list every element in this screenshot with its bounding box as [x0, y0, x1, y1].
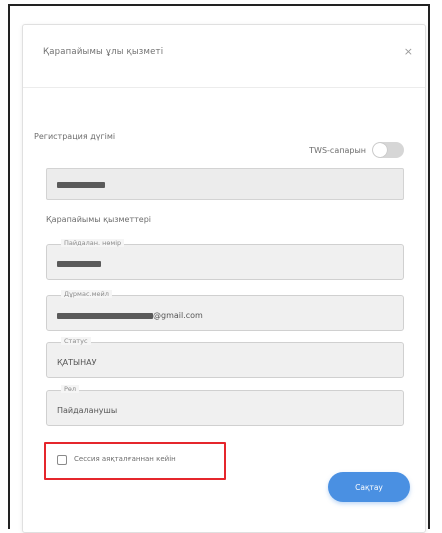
twofa-toggle-row: TWS-сапарын: [309, 142, 404, 158]
email-value: @gmail.com: [57, 311, 203, 320]
status-field[interactable]: Статус ҚАТЫНАУ: [46, 337, 404, 378]
masked-email: [57, 312, 153, 319]
email-legend: Дұрмас.мейл: [61, 290, 112, 298]
masked-login: [57, 261, 101, 267]
dialog-title: Қарапайымы ұлы қызметі: [43, 47, 164, 57]
status-value: ҚАТЫНАУ: [57, 358, 97, 367]
dialog-header: Қарапайымы ұлы қызметі ×: [23, 25, 425, 88]
session-checkbox-label[interactable]: Сессия аяқталғаннан кейін: [74, 455, 176, 463]
save-button[interactable]: Сақтау: [328, 472, 410, 502]
registration-field[interactable]: [46, 168, 404, 200]
section-label: Қарапайымы қызметтері: [46, 215, 152, 224]
login-legend: Пайдалан. нөмір: [61, 239, 125, 247]
email-domain: @gmail.com: [153, 311, 203, 320]
twofa-toggle[interactable]: [372, 142, 404, 158]
role-field[interactable]: Рөл Пайдаланушы: [46, 385, 404, 426]
session-checkbox[interactable]: [57, 455, 67, 465]
toggle-knob: [373, 143, 387, 157]
role-legend: Рөл: [61, 385, 80, 393]
twofa-label: TWS-сапарын: [309, 145, 366, 155]
screenshot-frame: Қарапайымы ұлы қызметі × Регистрация дүг…: [8, 4, 430, 533]
masked-value: [57, 182, 105, 188]
email-field[interactable]: Дұрмас.мейл @gmail.com: [46, 290, 404, 331]
login-field[interactable]: Пайдалан. нөмір: [46, 239, 404, 280]
close-icon[interactable]: ×: [404, 45, 413, 58]
registration-label: Регистрация дүгімі: [34, 132, 116, 141]
role-value: Пайдаланушы: [57, 406, 118, 415]
status-legend: Статус: [61, 337, 91, 345]
